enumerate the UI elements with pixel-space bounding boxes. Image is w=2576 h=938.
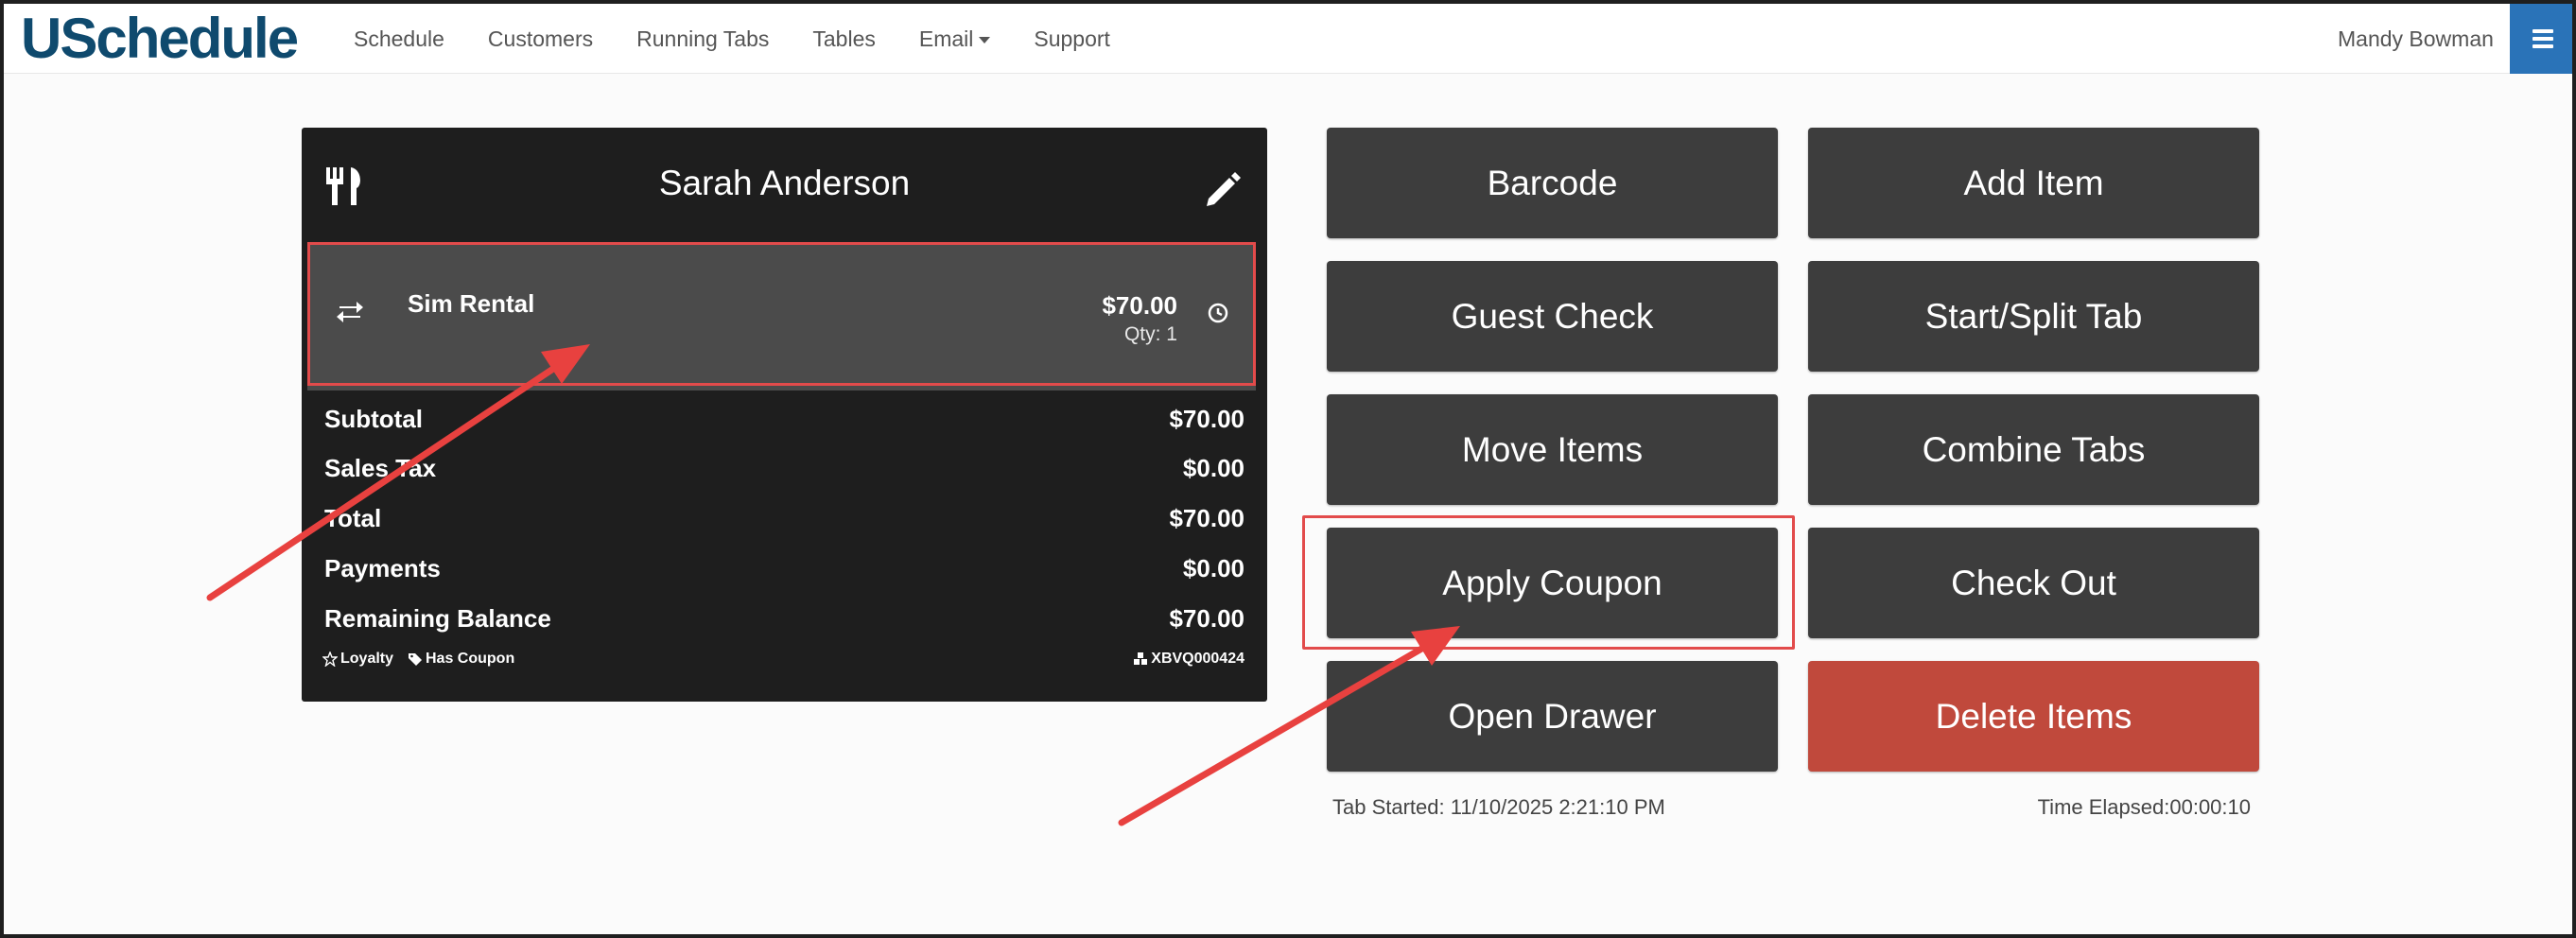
nav-running-tabs[interactable]: Running Tabs [636, 26, 769, 52]
loyalty-label: Loyalty [340, 651, 394, 667]
tag-row: Loyalty Has Coupon XBVQ000424 [322, 651, 1244, 673]
summary-label: Payments [324, 554, 441, 582]
app-window: USchedule Schedule Customers Running Tab… [0, 0, 2576, 938]
nav-tables[interactable]: Tables [812, 26, 875, 52]
nav-email-dropdown[interactable]: Email [919, 26, 991, 52]
nav-support[interactable]: Support [1034, 26, 1110, 52]
delete-items-button[interactable]: Delete Items [1808, 661, 2259, 772]
tab-code-label: XBVQ000424 [1151, 651, 1244, 667]
nav-schedule[interactable]: Schedule [354, 26, 444, 52]
summary-label: Sales Tax [324, 454, 437, 482]
customer-name: Sarah Anderson [658, 164, 911, 202]
summary-remaining-balance: Remaining Balance $70.00 [324, 604, 1244, 642]
brand-logo[interactable]: USchedule [21, 6, 299, 72]
hamburger-icon [2532, 29, 2553, 48]
summary-value: $70.00 [1169, 405, 1244, 433]
summary-subtotal: Subtotal $70.00 [324, 405, 1244, 443]
summary-value: $0.00 [1182, 554, 1244, 582]
add-item-button[interactable]: Add Item [1808, 128, 2259, 238]
move-items-button[interactable]: Move Items [1327, 394, 1778, 505]
time-elapsed-text: Time Elapsed:00:00:10 [2037, 795, 2251, 819]
open-drawer-button[interactable]: Open Drawer [1327, 661, 1778, 772]
item-highlight-box [307, 242, 1256, 386]
check-out-button[interactable]: Check Out [1808, 528, 2259, 638]
summary-value: $70.00 [1169, 504, 1244, 532]
combine-tabs-button[interactable]: Combine Tabs [1808, 394, 2259, 505]
coupon-tag: Has Coupon [408, 651, 514, 668]
tab-started-text: Tab Started: 11/10/2025 2:21:10 PM [1332, 795, 1665, 819]
summary-value: $0.00 [1182, 454, 1244, 482]
navbar: USchedule Schedule Customers Running Tab… [4, 4, 2572, 74]
summary-label: Total [324, 504, 382, 532]
nav-email-label: Email [918, 26, 974, 51]
coupon-label: Has Coupon [426, 651, 515, 667]
pencil-icon[interactable] [1205, 170, 1243, 208]
summary-sales-tax: Sales Tax $0.00 [324, 454, 1244, 492]
loyalty-tag: Loyalty [322, 651, 393, 668]
menu-button[interactable] [2510, 4, 2572, 74]
user-name[interactable]: Mandy Bowman [2338, 26, 2494, 52]
summary-value: $70.00 [1169, 604, 1244, 633]
barcode-button[interactable]: Barcode [1327, 128, 1778, 238]
nav-customers[interactable]: Customers [488, 26, 593, 52]
guest-check-button[interactable]: Guest Check [1327, 261, 1778, 372]
tab-header: Sarah Anderson [302, 128, 1267, 239]
star-icon [322, 651, 338, 667]
summary-label: Remaining Balance [324, 604, 551, 633]
cubes-icon [1134, 652, 1148, 665]
caret-down-icon [979, 36, 991, 43]
tab-panel: Sarah Anderson Sim Rental $70.00 Qty: 1 … [302, 128, 1267, 702]
apply-coupon-highlight-box [1302, 515, 1795, 650]
nav-links: Schedule Customers Running Tabs Tables E… [354, 4, 1154, 74]
summary-label: Subtotal [324, 405, 423, 433]
summary-payments: Payments $0.00 [324, 554, 1244, 592]
tag-icon [409, 653, 422, 666]
summary-total: Total $70.00 [324, 504, 1244, 542]
tab-code: XBVQ000424 [1133, 651, 1244, 668]
start-split-tab-button[interactable]: Start/Split Tab [1808, 261, 2259, 372]
